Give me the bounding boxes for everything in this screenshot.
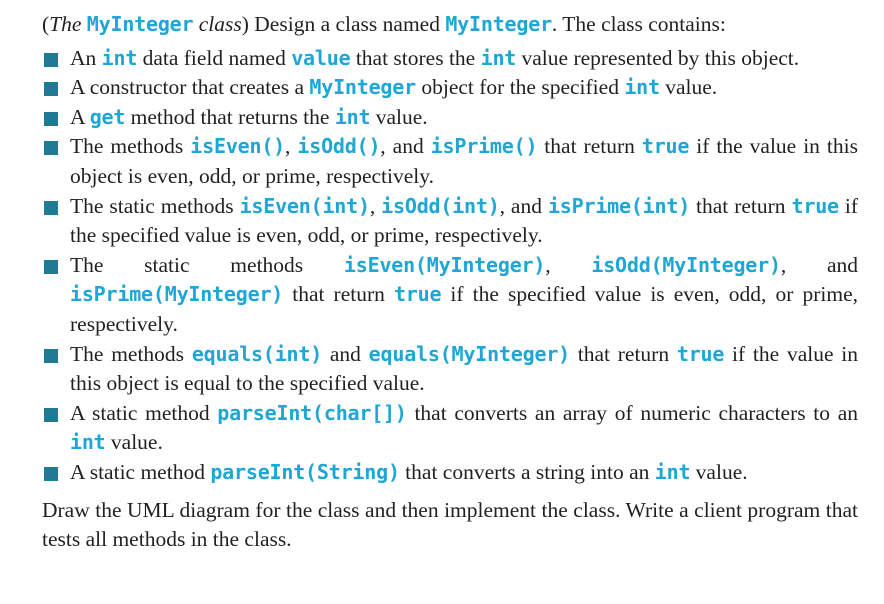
code-term: isEven(int) [239, 193, 370, 218]
intro-the: The [49, 12, 82, 36]
square-bullet-icon [44, 82, 58, 97]
code-term: MyInteger [309, 75, 416, 100]
code-term: isOdd(int) [381, 193, 500, 218]
intro-class-word: class [198, 12, 242, 36]
square-bullet-icon [44, 407, 58, 422]
class-contents-list: An int data field named value that store… [42, 44, 858, 488]
list-item-static-myinteger-methods: The static methods isEven(MyInteger), is… [42, 251, 858, 340]
exercise-page: (The MyInteger class) Design a class nam… [0, 0, 884, 604]
code-term: equals(MyInteger) [368, 341, 571, 366]
code-term: int [624, 75, 660, 100]
exercise-intro: (The MyInteger class) Design a class nam… [42, 10, 858, 40]
square-bullet-icon [44, 466, 58, 481]
list-item-static-int-methods: The static methods isEven(int), isOdd(in… [42, 192, 858, 251]
square-bullet-icon [44, 111, 58, 126]
code-term: value [291, 45, 351, 70]
intro-class-name-1: MyInteger [86, 12, 194, 36]
square-bullet-icon [44, 200, 58, 215]
code-term: parseInt(char[]) [217, 400, 407, 425]
code-term: equals(int) [191, 341, 323, 366]
list-item-get-method: A get method that returns the int value. [42, 103, 858, 133]
code-term: true [676, 341, 725, 366]
list-item-parseint-chararray: A static method parseInt(char[]) that co… [42, 399, 858, 458]
intro-design-text: ) Design a class named [241, 12, 446, 36]
code-term: isPrime() [430, 134, 538, 159]
code-term: int [70, 430, 106, 455]
code-term: isPrime(MyInteger) [70, 282, 284, 307]
code-term: get [89, 104, 126, 129]
list-item-constructor: A constructor that creates a MyInteger o… [42, 73, 858, 103]
code-term: isOdd() [297, 134, 381, 159]
code-term: isEven(MyInteger) [343, 252, 546, 277]
square-bullet-icon [44, 348, 58, 363]
intro-class-name-2: MyInteger [445, 12, 552, 36]
square-bullet-icon [44, 52, 58, 67]
list-item-equals-methods: The methods equals(int) and equals(MyInt… [42, 340, 858, 399]
exercise-outro: Draw the UML diagram for the class and t… [42, 497, 858, 552]
code-term: true [641, 134, 690, 159]
code-term: parseInt(String) [210, 459, 400, 484]
code-term: int [101, 45, 138, 70]
square-bullet-icon [44, 141, 58, 156]
code-term: int [334, 104, 371, 129]
code-term: int [654, 459, 691, 484]
square-bullet-icon [44, 259, 58, 274]
list-item-data-field: An int data field named value that store… [42, 44, 858, 74]
code-term: true [791, 193, 840, 218]
list-item-instance-methods: The methods isEven(), isOdd(), and isPri… [42, 132, 858, 191]
code-term: int [480, 45, 517, 70]
code-term: isOdd(MyInteger) [591, 252, 781, 277]
code-term: isPrime(int) [547, 193, 691, 218]
list-item-parseint-string: A static method parseInt(String) that co… [42, 458, 858, 488]
intro-tail: . The class contains: [551, 12, 726, 36]
code-term: isEven() [190, 134, 286, 159]
code-term: true [393, 282, 442, 307]
